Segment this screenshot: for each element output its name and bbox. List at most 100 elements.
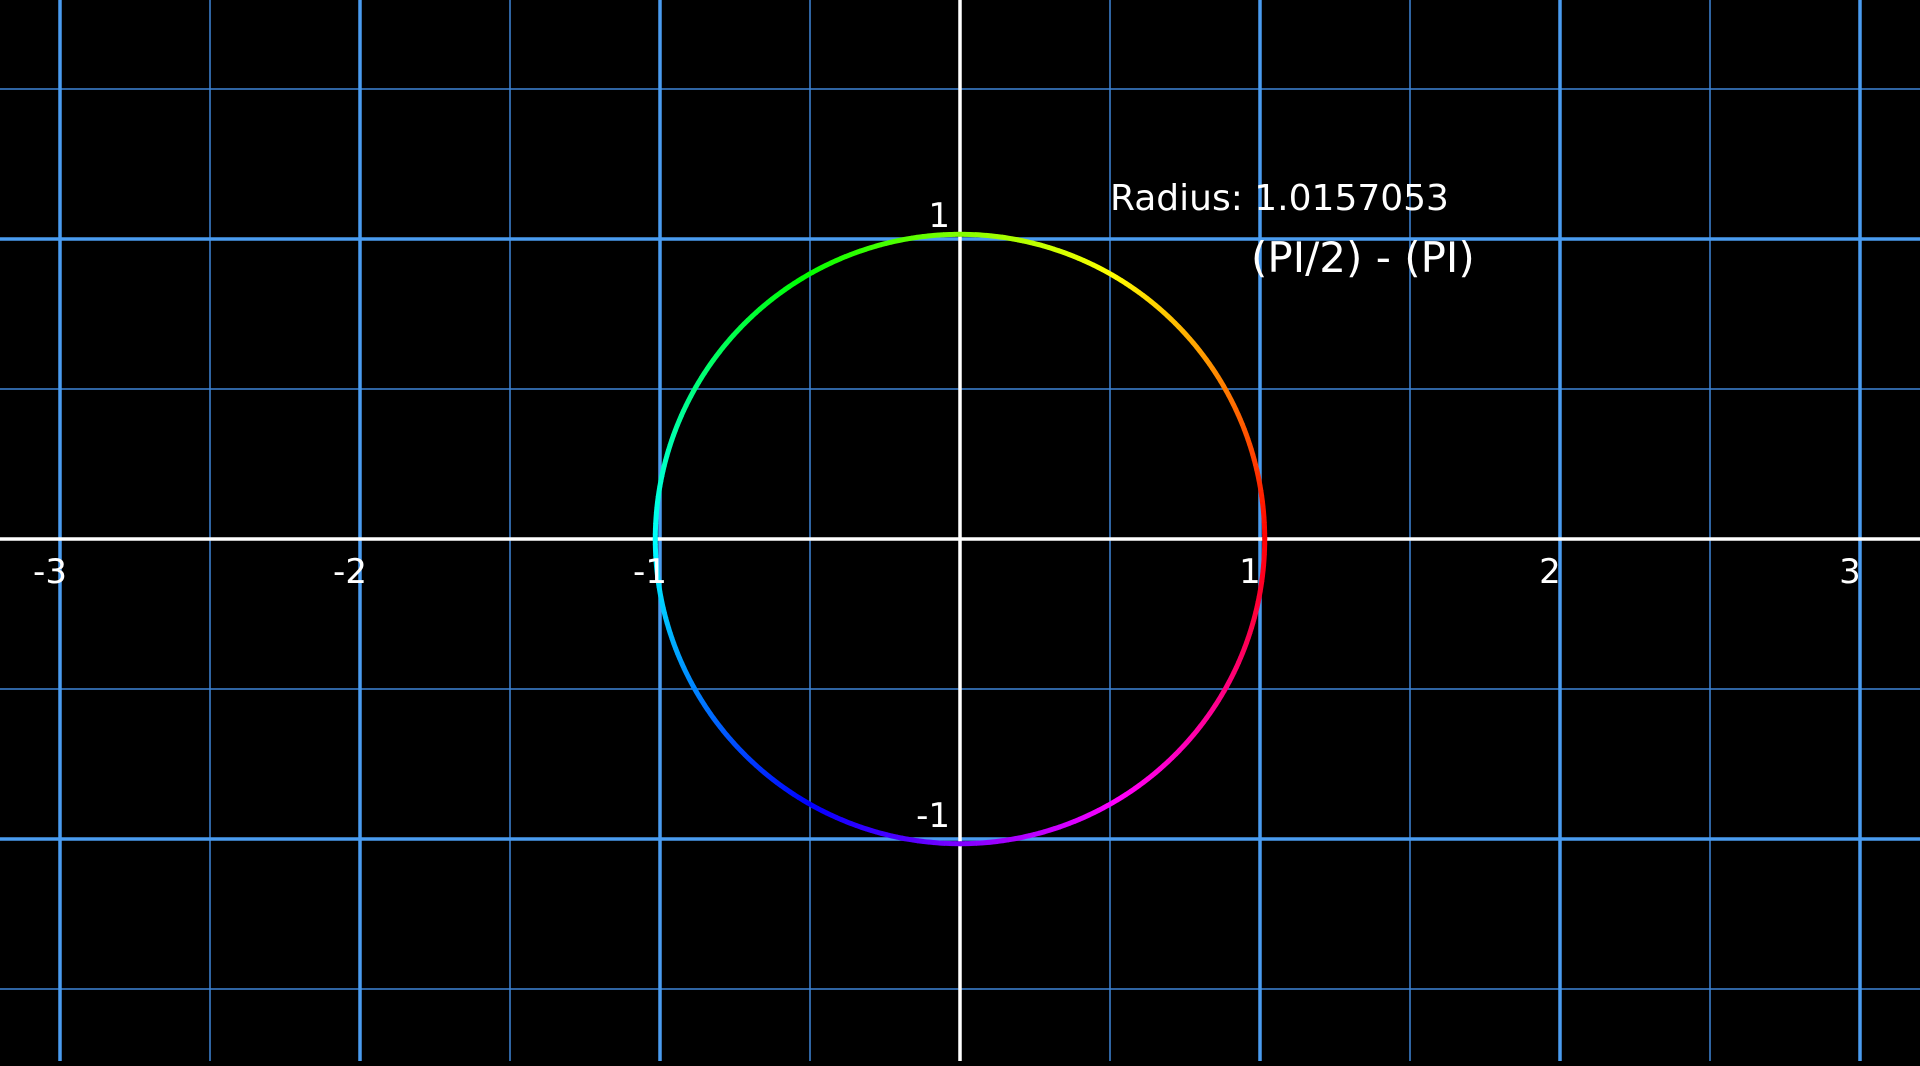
circle-segment [696, 691, 699, 696]
circle-segment [1229, 677, 1232, 682]
circle-segment [704, 705, 707, 710]
circle-segment [710, 714, 714, 719]
circle-segment [1069, 821, 1075, 823]
circle-segment [664, 460, 666, 466]
circle-segment [1234, 405, 1237, 411]
circle-segment [1117, 797, 1122, 800]
circle-segment [1262, 575, 1263, 581]
circle-segment [907, 839, 913, 840]
circle-segment [1074, 819, 1080, 821]
circle-segment [1094, 810, 1099, 813]
circle-segment [835, 259, 841, 261]
circle-segment [1116, 277, 1121, 280]
circle-segment [845, 255, 851, 257]
circle-segment [1240, 419, 1242, 425]
circle-segment [776, 292, 781, 296]
circle-segment [1213, 704, 1216, 709]
circle-segment [1034, 833, 1040, 835]
circle-segment [1049, 829, 1055, 831]
circle-segment [1257, 470, 1258, 476]
circle-segment [1002, 840, 1008, 841]
circle-segment [1093, 265, 1098, 268]
circle-segment [1218, 377, 1221, 382]
circle-segment [723, 343, 727, 348]
circle-segment [1186, 335, 1190, 340]
circle-segment [1260, 485, 1261, 491]
circle-segment [1246, 637, 1248, 643]
circle-segment [780, 289, 785, 293]
circle-segment [666, 618, 668, 624]
circle-segment [707, 709, 710, 714]
y-tick-label: -1 [916, 796, 950, 836]
circle-segment [1218, 695, 1221, 700]
circle-segment [986, 235, 992, 236]
circle-segment [1186, 738, 1190, 743]
circle-segment [663, 465, 664, 471]
circle-segment [658, 491, 659, 497]
circle-segment [1261, 491, 1262, 497]
circle-segment [1175, 323, 1179, 327]
circle-segment [901, 239, 907, 240]
circle-segment [1179, 327, 1183, 331]
circle-segment [1089, 813, 1095, 816]
circle-segment [677, 653, 679, 659]
circle-segment [812, 806, 817, 809]
circle-segment [1229, 395, 1232, 400]
circle-segment [1263, 565, 1264, 571]
circle-segment [681, 410, 684, 416]
circle-segment [1033, 243, 1039, 245]
circle-segment [1148, 775, 1153, 779]
circle-segment [730, 739, 734, 744]
circle-segment [992, 841, 998, 842]
circle-segment [1227, 681, 1230, 686]
circle-segment [733, 331, 737, 336]
circle-segment [1244, 429, 1246, 435]
circle-segment [1242, 424, 1244, 430]
circle-segment [912, 840, 918, 841]
y-tick-label: 1 [928, 196, 950, 236]
circle-segment [1254, 612, 1256, 618]
circle-segment [660, 481, 661, 487]
circle-segment [674, 643, 676, 649]
circle-segment [661, 597, 662, 603]
circle-segment [851, 823, 857, 825]
circle-segment [781, 786, 786, 790]
circle-segment [1058, 251, 1064, 253]
circle-segment [1059, 825, 1065, 827]
circle-segment [1007, 238, 1013, 239]
circle-segment [665, 455, 667, 461]
circle-segment [1130, 788, 1135, 791]
circle-segment [673, 430, 675, 436]
circle-segment [1221, 691, 1224, 696]
circle-segment [1103, 805, 1108, 808]
circle-segment [664, 613, 666, 619]
circle-segment [821, 265, 826, 268]
circle-segment [1189, 338, 1193, 343]
circle-segment [1257, 602, 1258, 608]
circle-segment [1203, 355, 1207, 360]
circle-segment [1224, 686, 1227, 691]
circle-segment [764, 772, 769, 776]
circle-segment [1112, 275, 1117, 278]
circle-segment [698, 378, 701, 383]
circle-segment [686, 401, 689, 406]
circle-segment [1044, 830, 1050, 832]
circle-segment [686, 673, 689, 678]
circle-segment [1209, 364, 1212, 369]
circle-segment [1138, 292, 1143, 296]
circle-segment [855, 251, 861, 253]
circle-segment [912, 237, 918, 238]
circle-segment [704, 369, 707, 374]
circle-segment [691, 682, 694, 687]
circle-segment [1226, 391, 1229, 396]
circle-segment [1098, 267, 1103, 270]
circle-segment [896, 240, 902, 241]
circle-segment [886, 835, 892, 836]
circle-segment [1193, 730, 1197, 735]
circle-segment [748, 316, 752, 320]
circle-segment [1134, 289, 1139, 293]
circle-segment [701, 373, 704, 378]
circle-segment [856, 825, 862, 827]
circle-segment [1008, 839, 1014, 840]
circle-segment [1023, 836, 1029, 837]
